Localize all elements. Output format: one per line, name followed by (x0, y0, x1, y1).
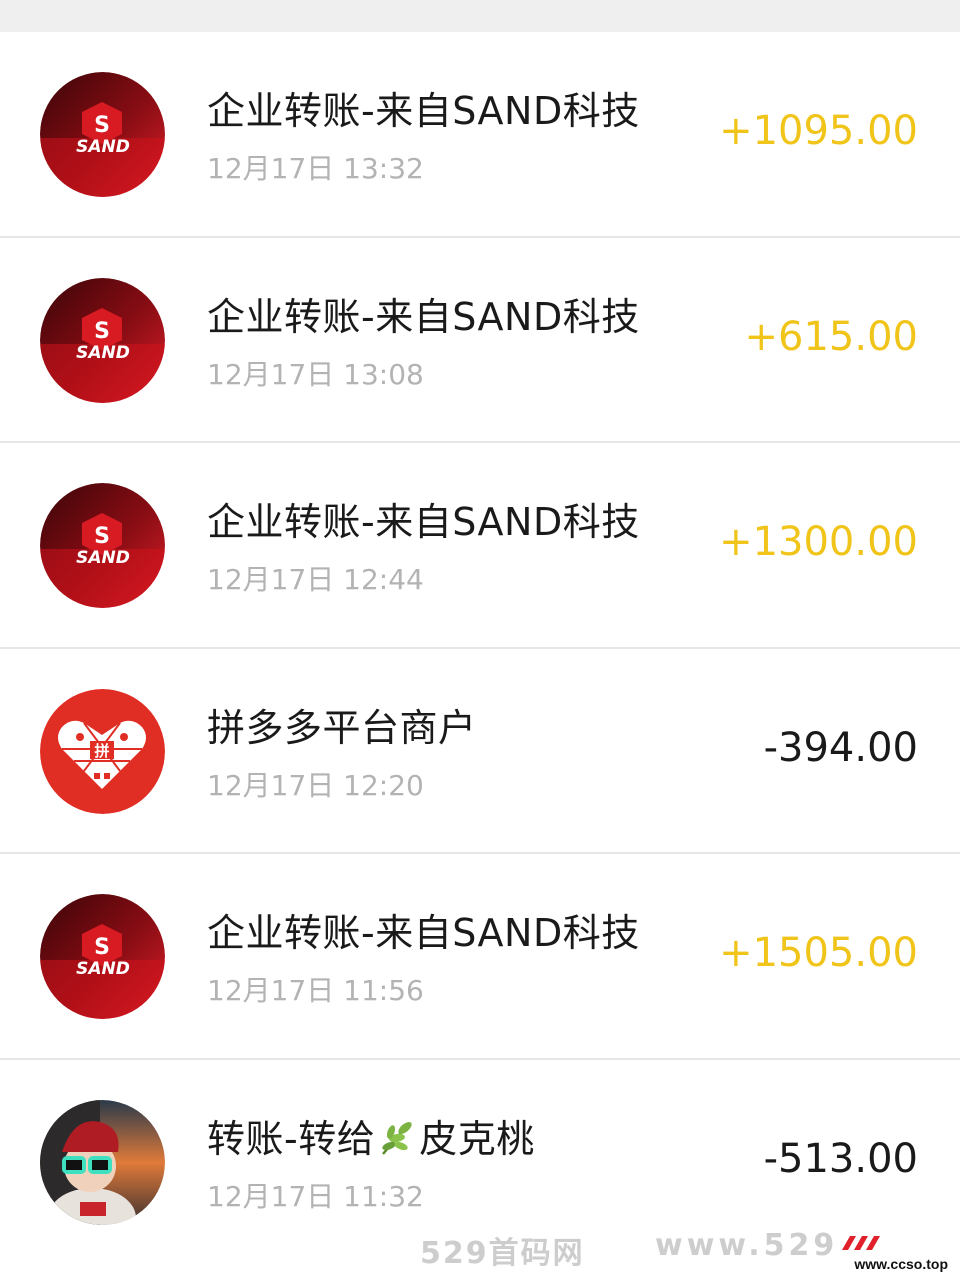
user-photo-avatar (40, 1099, 165, 1225)
transaction-title: 企业转账-来自SAND科技 (207, 89, 640, 133)
transaction-amount: +1300.00 (719, 519, 918, 565)
svg-text:S: S (94, 935, 110, 960)
transaction-row[interactable]: S SAND 企业转账-来自SAND科技 12月17日 11:56 +1505.… (0, 854, 960, 1060)
transaction-amount: -513.00 (763, 1135, 918, 1182)
transaction-title: 拼多多平台商户 (207, 705, 477, 750)
transaction-amount: +1095.00 (719, 108, 918, 154)
transaction-amount: +615.00 (744, 313, 918, 360)
transaction-title: 企业转账-来自SAND科技 (207, 911, 640, 955)
pinduoduo-logo-avatar: 拼 (40, 688, 165, 814)
transaction-list: S SAND 企业转账-来自SAND科技 12月17日 13:32 +1095.… (0, 32, 960, 1265)
transaction-time: 12月17日 12:20 (207, 768, 424, 802)
svg-text:SAND: SAND (76, 343, 130, 363)
transaction-title: 企业转账-来自SAND科技 (207, 294, 640, 339)
svg-text:SAND: SAND (76, 959, 130, 979)
sand-logo-avatar: S SAND (40, 277, 165, 403)
transaction-row[interactable]: S SAND 企业转账-来自SAND科技 12月17日 13:32 +1095.… (0, 32, 960, 238)
watermark-text: 529首码网 (420, 1236, 585, 1271)
top-bar (0, 0, 960, 32)
transaction-time: 12月17日 12:44 (207, 563, 424, 596)
sand-logo-avatar: S SAND (40, 894, 165, 1019)
transaction-row[interactable]: S SAND 企业转账-来自SAND科技 12月17日 12:44 +1300.… (0, 443, 960, 649)
svg-text:拼: 拼 (94, 742, 109, 760)
leaf-emoji-icon (382, 1121, 412, 1155)
watermark-url: www.529 (655, 1228, 839, 1263)
transaction-title-prefix: 转账-转给 (207, 1116, 376, 1161)
svg-text:S: S (94, 319, 110, 344)
transaction-time: 12月17日 11:56 (207, 974, 424, 1007)
site-url-label: www.ccso.top (854, 1256, 948, 1272)
transaction-row[interactable]: S SAND 企业转账-来自SAND科技 12月17日 13:08 +615.0… (0, 237, 960, 443)
transaction-title: 转账-转给 皮克桃 (207, 1108, 535, 1163)
transaction-row[interactable]: 拼 拼多多平台商户 12月17日 12:20 -394.00 (0, 648, 960, 854)
transaction-time: 12月17日 11:32 (207, 1179, 424, 1213)
transaction-title-suffix: 皮克桃 (419, 1116, 535, 1161)
sand-logo-avatar: S SAND (40, 483, 165, 608)
site-logo-icon (842, 1236, 880, 1250)
svg-text:SAND: SAND (76, 137, 130, 157)
transaction-amount: +1505.00 (719, 930, 918, 976)
svg-text:SAND: SAND (76, 548, 130, 568)
svg-text:S: S (94, 113, 110, 138)
transaction-title: 企业转账-来自SAND科技 (207, 500, 640, 544)
sand-logo-avatar: S SAND (40, 72, 165, 197)
transaction-time: 12月17日 13:08 (207, 357, 424, 391)
transaction-amount: -394.00 (763, 724, 918, 771)
svg-text:S: S (94, 524, 110, 549)
transaction-time: 12月17日 13:32 (207, 152, 424, 185)
